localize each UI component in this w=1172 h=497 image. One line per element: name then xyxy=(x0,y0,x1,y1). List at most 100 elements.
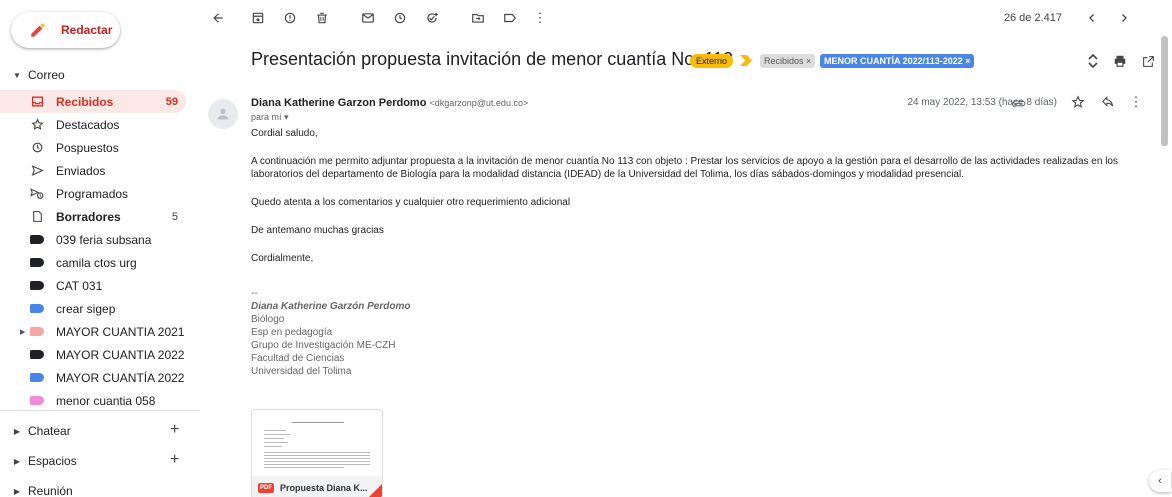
mark-unread-icon[interactable] xyxy=(360,10,376,26)
body-closing: Cordialmente, xyxy=(251,253,314,264)
chevron-left-icon[interactable] xyxy=(1084,10,1100,26)
sidebar-item-label: 039 feria subsana xyxy=(56,232,152,247)
side-panel-toggle-icon[interactable]: ‹ xyxy=(1149,470,1171,492)
reply-icon[interactable] xyxy=(1100,94,1116,110)
inbox-label-chip[interactable]: Recibidos × xyxy=(760,54,816,68)
compose-button[interactable]: Redactar xyxy=(11,12,120,48)
sidebar-item-label: crear sigep xyxy=(56,301,116,316)
body-paragraph: Quedo atenta a los comentarios y cualqui… xyxy=(251,197,571,208)
sidebar-item-programados[interactable]: Programados xyxy=(0,182,200,205)
archive-icon[interactable] xyxy=(250,10,266,26)
expand-collapse-icon[interactable] xyxy=(1086,54,1100,68)
section-mail-label: Correo xyxy=(28,68,65,82)
sidebar-item-pospuestos[interactable]: Pospuestos xyxy=(0,136,200,159)
unread-count: 59 xyxy=(165,95,178,108)
attachment-card[interactable]: PDF Propuesta Diana K... xyxy=(251,409,383,497)
caret-right-icon: ▶ xyxy=(13,426,21,436)
signature-line: Grupo de Investigación ME-CZH xyxy=(251,340,396,351)
sidebar-item-label: Recibidos xyxy=(56,94,114,109)
pagination-counter: 26 de 2.417 xyxy=(1003,12,1062,24)
mail-nav: Recibidos 59 Destacados Pospuestos Enviados P… xyxy=(0,90,200,412)
section-spaces[interactable]: ▶ Espacios xyxy=(0,450,77,472)
sidebar-item-enviados[interactable]: Enviados xyxy=(0,159,200,182)
body-paragraph: A continuación me permito adjuntar propu… xyxy=(251,156,1118,180)
sidebar-item-destacados[interactable]: Destacados xyxy=(0,113,200,136)
body-greeting: Cordial saludo, xyxy=(251,128,318,139)
signature-line: Universidad del Tolima xyxy=(251,366,352,377)
star-icon[interactable] xyxy=(1070,94,1086,110)
section-meet[interactable]: ▶ Reunión xyxy=(0,480,73,497)
sidebar-item-mayor-cuantia-2022[interactable]: MAYOR CUANTIA 2022 xyxy=(0,343,200,366)
sidebar-item-label: Pospuestos xyxy=(56,140,119,155)
signature-name: Diana Katherine Garzón Perdomo xyxy=(251,301,411,312)
sidebar-item-recibidos[interactable]: Recibidos 59 xyxy=(0,90,186,113)
sidebar-item-menor-cuantia-058[interactable]: menor cuantia 058 xyxy=(0,389,200,412)
attachment-preview xyxy=(252,410,382,476)
sidebar-item-label: MAYOR CUANTIA 2021 xyxy=(56,324,185,339)
section-mail[interactable]: ▼ Correo xyxy=(0,64,65,86)
sender-name[interactable]: Diana Katherine Garzon Perdomo xyxy=(251,97,426,109)
label-icon xyxy=(30,348,44,362)
sidebar-item-label: Programados xyxy=(56,186,129,201)
clock-icon xyxy=(30,141,44,155)
signature-line: Biólogo xyxy=(251,314,285,325)
sender-line: Diana Katherine Garzon Perdomo <dkgarzon… xyxy=(251,97,528,109)
email-subject: Presentación propuesta invitación de men… xyxy=(251,49,733,69)
sender-address: <dkgarzonp@ut.edu.co> xyxy=(429,98,529,108)
back-arrow-icon[interactable] xyxy=(210,10,226,26)
label-icon xyxy=(30,279,44,293)
sidebar-item-label: menor cuantia 058 xyxy=(56,393,156,408)
sidebar-item-mayor-cuantía-2022[interactable]: MAYOR CUANTÍA 2022 xyxy=(0,366,200,389)
label-icon xyxy=(30,325,44,339)
add-space-icon[interactable]: + xyxy=(170,451,179,469)
unread-count: 5 xyxy=(171,210,178,223)
add-to-tasks-icon[interactable] xyxy=(424,10,440,26)
open-new-window-icon[interactable] xyxy=(1141,54,1155,68)
sidebar-item-crear-sigep[interactable]: crear sigep xyxy=(0,297,200,320)
sidebar-item-camila-ctos-urg[interactable]: camila ctos urg xyxy=(0,251,200,274)
caret-down-icon: ▼ xyxy=(13,70,21,80)
caret-right-icon: ▶ xyxy=(13,486,21,496)
sender-avatar[interactable] xyxy=(208,99,238,129)
delete-icon[interactable] xyxy=(314,10,330,26)
signature-line: Facultad de Ciencias xyxy=(251,353,345,364)
section-meet-label: Reunión xyxy=(28,484,73,497)
sidebar-item-label: camila ctos urg xyxy=(56,255,137,270)
sidebar-item-label: Destacados xyxy=(56,117,120,132)
menor-cuantia-label-chip[interactable]: MENOR CUANTÍA 2022/113-2022 × xyxy=(820,54,975,68)
pencil-icon xyxy=(31,23,45,37)
more-options-icon[interactable]: ⋮ xyxy=(1128,94,1144,110)
sidebar-item-mayor-cuantia-2021[interactable]: ▶ MAYOR CUANTIA 2021 xyxy=(0,320,200,343)
importance-marker-icon[interactable] xyxy=(740,55,752,66)
section-chat[interactable]: ▶ Chatear xyxy=(0,420,71,442)
draft-icon xyxy=(30,210,44,224)
print-icon[interactable] xyxy=(1113,54,1127,68)
more-vert-icon[interactable]: ⋮ xyxy=(532,10,548,26)
caret-right-icon: ▶ xyxy=(13,456,21,466)
attachment-filename: Propuesta Diana K... xyxy=(280,483,368,493)
move-to-icon[interactable] xyxy=(470,10,486,26)
section-spaces-label: Espacios xyxy=(28,454,77,468)
label-icon xyxy=(30,394,44,408)
add-chat-icon[interactable]: + xyxy=(170,421,179,439)
sidebar-item-label: Enviados xyxy=(56,163,106,178)
attachment-footer: PDF Propuesta Diana K... xyxy=(252,476,382,497)
sidebar-item-label: Borradores xyxy=(56,209,121,224)
pdf-icon: PDF xyxy=(258,483,274,493)
report-spam-icon[interactable] xyxy=(282,10,298,26)
label-icon xyxy=(30,371,44,385)
snooze-icon[interactable] xyxy=(392,10,408,26)
send-icon xyxy=(30,164,44,178)
label-icon xyxy=(30,302,44,316)
recipients-dropdown[interactable]: para mí ▾ xyxy=(251,112,289,123)
label-icon[interactable] xyxy=(502,10,518,26)
chevron-right-icon[interactable] xyxy=(1116,10,1132,26)
expand-arrow-icon[interactable]: ▶ xyxy=(20,328,25,336)
label-icon xyxy=(30,233,44,247)
sidebar-item-cat-031[interactable]: CAT 031 xyxy=(0,274,200,297)
scrollbar-thumb[interactable] xyxy=(1161,36,1168,146)
message-body: Cordial saludo, A continuación me permit… xyxy=(251,127,1151,265)
sidebar-item-borradores[interactable]: Borradores 5 xyxy=(0,205,200,228)
message-toolbar: ⋮ 26 de 2.417 xyxy=(200,0,1172,36)
sidebar-item-039-feria-subsana[interactable]: 039 feria subsana xyxy=(0,228,200,251)
